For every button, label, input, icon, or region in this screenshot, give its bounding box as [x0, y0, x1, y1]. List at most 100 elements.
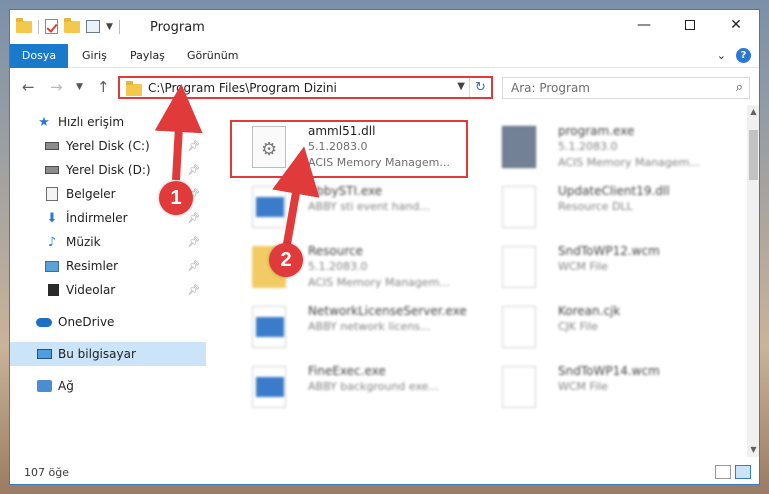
navigation-pane: ★ Hızlı erişim Yerel Disk (C:) 📌︎ Yerel … — [10, 105, 206, 457]
drive-icon — [44, 162, 60, 178]
pin-icon[interactable]: 📌︎ — [187, 285, 200, 296]
close-button[interactable]: ✕ — [713, 10, 759, 40]
file-description: ABBY sti event hand... — [308, 200, 430, 213]
file-item[interactable]: AbbySTI.exe ABBY sti event hand... — [230, 180, 470, 238]
drive-icon — [44, 138, 60, 154]
address-path[interactable]: C:\Program Files\Program Dizini — [148, 81, 337, 95]
sidebar-item-local-disk-c[interactable]: Yerel Disk (C:) 📌︎ — [10, 134, 206, 158]
file-description: WCM File — [558, 380, 608, 393]
file-version: 5.1.2083.0 — [558, 140, 618, 153]
chevron-down-icon[interactable]: ▼ — [457, 81, 465, 92]
file-description: Resource DLL — [558, 200, 633, 213]
chevron-down-icon[interactable]: ▼ — [106, 22, 113, 32]
file-description: ACIS Memory Managem... — [558, 156, 700, 169]
help-icon[interactable]: ? — [736, 48, 751, 63]
up-arrow-icon[interactable]: ↑ — [97, 78, 110, 96]
folder-icon — [126, 81, 142, 96]
pin-icon[interactable]: 📌︎ — [187, 261, 200, 272]
maximize-icon — [685, 20, 695, 30]
ribbon: Dosya Giriş Paylaş Görünüm ⌄ ? — [10, 44, 759, 68]
file-name: SndToWP14.wcm — [558, 364, 660, 378]
sidebar-item-label: Yerel Disk (D:) — [66, 163, 151, 177]
step-callout-2: 2 — [269, 243, 303, 277]
sidebar-item-this-pc[interactable]: Bu bilgisayar — [10, 342, 206, 366]
back-arrow-icon[interactable]: ← — [22, 78, 35, 96]
sidebar-item-onedrive[interactable]: OneDrive — [10, 310, 206, 334]
maximize-button[interactable] — [667, 10, 713, 40]
scroll-down-arrow-icon[interactable]: ▼ — [747, 443, 759, 457]
file-name: FineExec.exe — [308, 364, 386, 378]
recent-locations-chevron-icon[interactable]: ▼ — [76, 82, 83, 92]
exe-file-icon — [252, 186, 286, 228]
file-description: ACIS Memory Managem... — [308, 276, 450, 289]
file-item[interactable]: Korean.cjk CJK File — [480, 300, 720, 358]
file-item[interactable]: Resource 5.1.2083.0 ACIS Memory Managem.… — [230, 240, 470, 298]
file-name: UpdateClient19.dll — [558, 184, 670, 198]
file-name: Resource — [308, 244, 364, 258]
scroll-up-arrow-icon[interactable]: ▲ — [747, 105, 759, 119]
file-name: NetworkLicenseServer.exe — [308, 304, 467, 318]
sidebar-item-label: İndirmeler — [66, 211, 128, 225]
sidebar-item-label: Resimler — [66, 259, 119, 273]
tiles-view-icon[interactable] — [735, 465, 751, 479]
file-name: Korean.cjk — [558, 304, 621, 318]
view-mode-buttons — [715, 465, 751, 479]
file-version: 5.1.2083.0 — [308, 260, 368, 273]
sidebar-item-label: Ağ — [58, 379, 74, 393]
refresh-icon[interactable]: ↻ — [469, 78, 491, 97]
address-bar[interactable]: C:\Program Files\Program Dizini ▼ ↻ — [118, 76, 493, 99]
new-folder-icon[interactable] — [64, 17, 80, 33]
vertical-scrollbar[interactable]: ▲ ▼ — [747, 105, 759, 457]
window-title: Program — [150, 20, 205, 35]
tab-file[interactable]: Dosya — [10, 44, 68, 68]
properties-check-icon[interactable] — [45, 19, 58, 34]
file-name: program.exe — [558, 124, 635, 138]
pin-icon[interactable]: 📌︎ — [187, 141, 200, 152]
search-icon[interactable]: ⌕ — [736, 80, 743, 95]
tab-share[interactable]: Paylaş — [130, 44, 165, 68]
status-bar: 107 öğe — [10, 462, 759, 484]
sidebar-item-videos[interactable]: Videolar 📌︎ — [10, 278, 206, 302]
sidebar-item-local-disk-d[interactable]: Yerel Disk (D:) 📌︎ — [10, 158, 206, 182]
tab-view[interactable]: Görünüm — [187, 44, 238, 68]
file-item[interactable]: NetworkLicenseServer.exe ABBY network li… — [230, 300, 470, 358]
scrollbar-thumb[interactable] — [749, 130, 758, 180]
music-icon: ♪ — [47, 234, 57, 250]
forward-arrow-icon[interactable]: → — [50, 78, 63, 96]
navigation-bar: ← → ▼ ↑ C:\Program Files\Program Dizini … — [10, 69, 759, 105]
properties-icon[interactable] — [86, 20, 100, 33]
search-box[interactable]: Ara: Program ⌕ — [502, 77, 750, 99]
cloud-icon — [36, 314, 52, 330]
tab-home[interactable]: Giriş — [82, 44, 107, 68]
explorer-window: ▼ Program — ✕ Dosya Giriş Paylaş Görünüm… — [9, 9, 760, 485]
sidebar-item-quick-access[interactable]: ★ Hızlı erişim — [10, 110, 206, 134]
star-icon: ★ — [38, 114, 50, 130]
file-name: AbbySTI.exe — [308, 184, 383, 198]
network-icon — [36, 378, 52, 394]
expand-ribbon-icon[interactable]: ⌄ — [717, 49, 726, 62]
file-item[interactable]: SndToWP14.wcm WCM File — [480, 360, 720, 418]
sidebar-item-label: Hızlı erişim — [58, 115, 125, 129]
details-view-icon[interactable] — [715, 465, 731, 479]
pin-icon[interactable]: 📌︎ — [187, 165, 200, 176]
file-description: WCM File — [558, 260, 608, 273]
separator — [118, 19, 120, 34]
generic-file-icon — [502, 366, 536, 408]
step-callout-1: 1 — [159, 181, 193, 215]
pin-icon[interactable]: 📌︎ — [187, 237, 200, 248]
file-item[interactable]: program.exe 5.1.2083.0 ACIS Memory Manag… — [480, 120, 720, 178]
file-item[interactable]: UpdateClient19.dll Resource DLL — [480, 180, 720, 238]
sidebar-item-pictures[interactable]: Resimler 📌︎ — [10, 254, 206, 278]
generic-file-icon — [502, 306, 536, 348]
folder-icon — [16, 17, 32, 33]
sidebar-item-network[interactable]: Ağ — [10, 374, 206, 398]
search-placeholder[interactable]: Ara: Program — [511, 81, 590, 95]
pin-icon[interactable]: 📌︎ — [187, 213, 200, 224]
minimize-button[interactable]: — — [621, 10, 667, 40]
selection-highlight-box — [230, 120, 468, 178]
sidebar-item-label: Videolar — [66, 283, 116, 297]
file-item[interactable]: FineExec.exe ABBY background exe... — [230, 360, 470, 418]
sidebar-item-music[interactable]: ♪ Müzik 📌︎ — [10, 230, 206, 254]
file-item[interactable]: SndToWP12.wcm WCM File — [480, 240, 720, 298]
file-description: ABBY background exe... — [308, 380, 439, 393]
